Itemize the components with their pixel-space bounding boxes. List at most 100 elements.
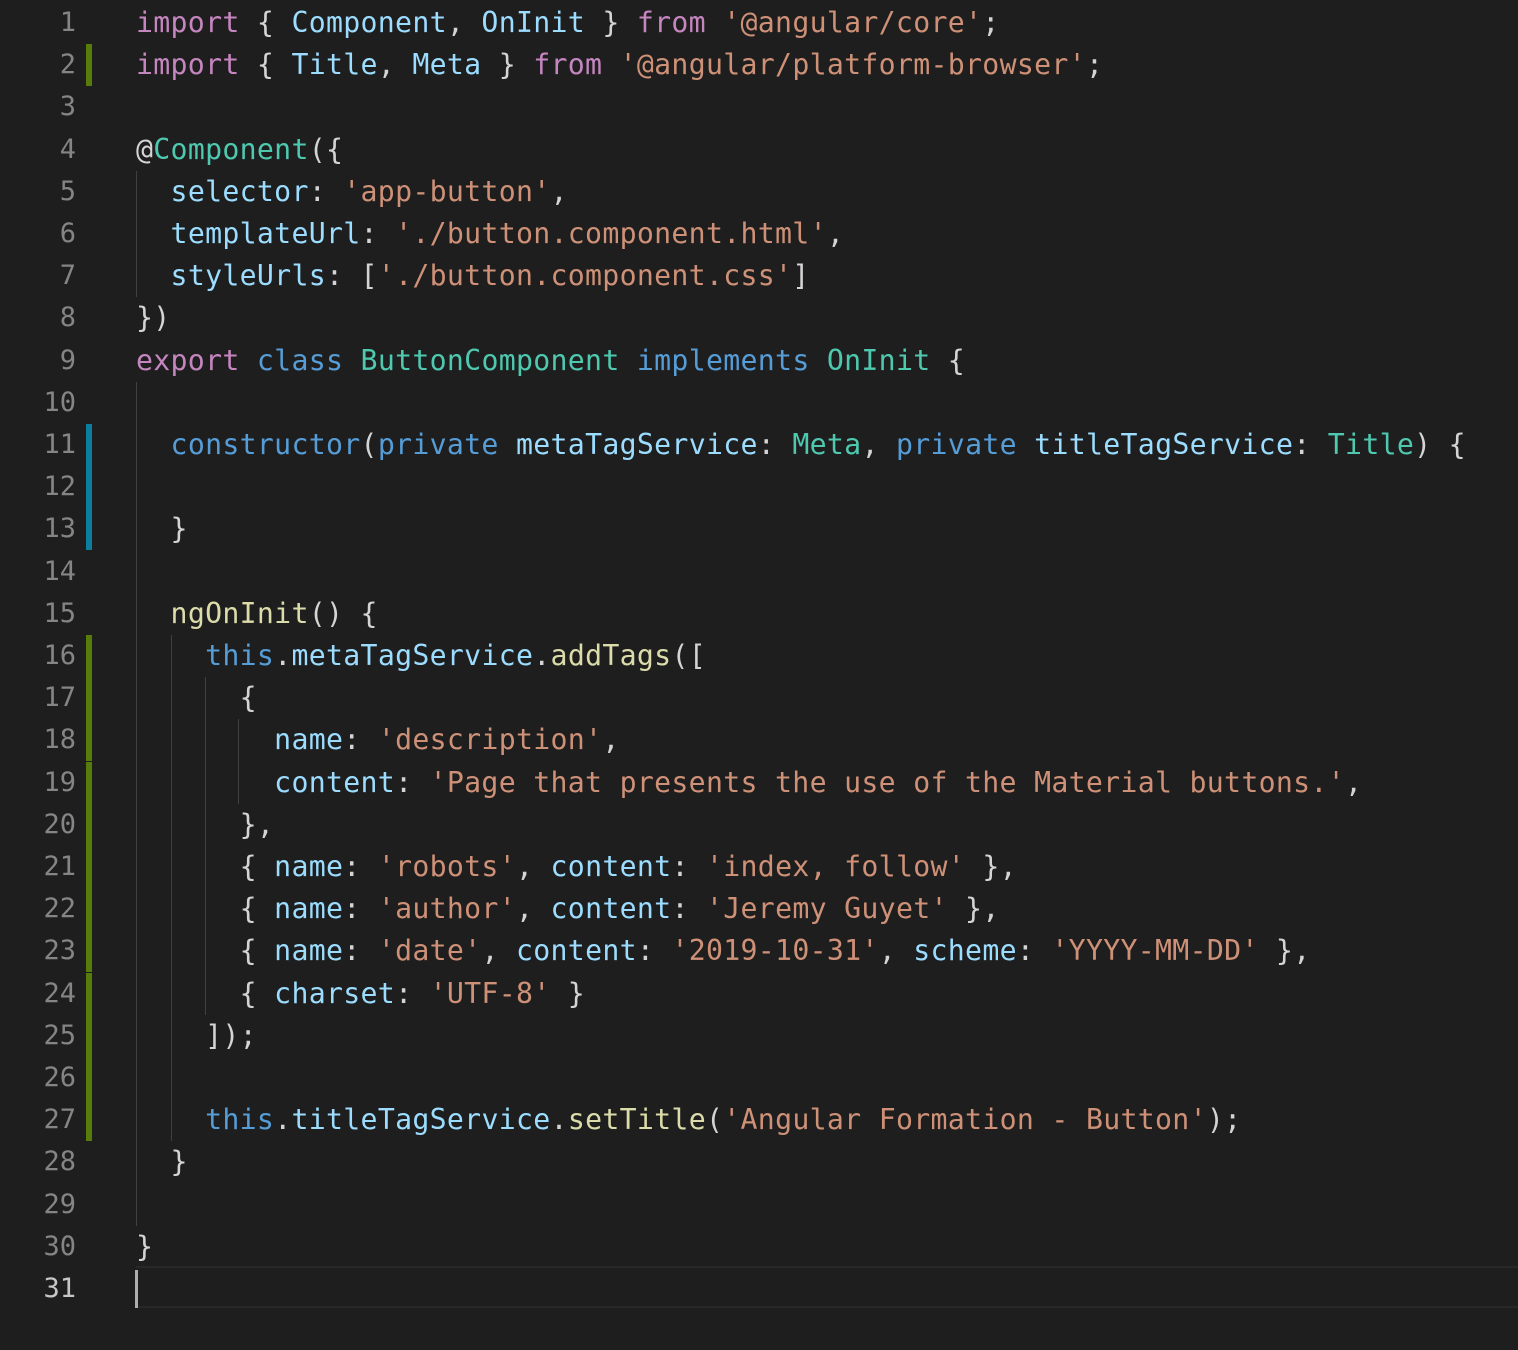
line-number[interactable]: 31: [0, 1268, 76, 1310]
line-number[interactable]: 22: [0, 888, 76, 930]
code-text[interactable]: ngOnInit() {: [136, 593, 378, 635]
code-line[interactable]: 18 name: 'description',: [0, 719, 1518, 762]
gutter-added-marker[interactable]: [86, 803, 92, 846]
code-text[interactable]: this.titleTagService.setTitle('Angular F…: [136, 1099, 1241, 1141]
line-number[interactable]: 9: [0, 340, 76, 382]
code-line[interactable]: 21 { name: 'robots', content: 'index, fo…: [0, 846, 1518, 888]
code-text[interactable]: import { Title, Meta } from '@angular/pl…: [136, 44, 1103, 86]
line-number[interactable]: 28: [0, 1141, 76, 1183]
code-line[interactable]: 13 }: [0, 508, 1518, 551]
code-line[interactable]: 19 content: 'Page that presents the use …: [0, 761, 1518, 804]
code-text[interactable]: content: 'Page that presents the use of …: [136, 762, 1362, 804]
gutter-added-marker[interactable]: [86, 761, 92, 804]
gutter-added-marker[interactable]: [86, 888, 92, 931]
line-number[interactable]: 1: [0, 2, 76, 44]
code-text[interactable]: constructor(private metaTagService: Meta…: [136, 424, 1466, 466]
line-number[interactable]: 10: [0, 382, 76, 424]
line-number[interactable]: 21: [0, 846, 76, 888]
code-text[interactable]: styleUrls: ['./button.component.css']: [136, 255, 810, 297]
code-line[interactable]: 24 { charset: 'UTF-8' }: [0, 972, 1518, 1015]
gutter-added-marker[interactable]: [86, 677, 92, 720]
code-text[interactable]: }: [136, 508, 188, 550]
line-number[interactable]: 18: [0, 719, 76, 761]
code-line[interactable]: 8}): [0, 297, 1518, 339]
code-line[interactable]: 1 import { Component, OnInit } from '@ang…: [0, 2, 1518, 44]
code-line[interactable]: 20 },: [0, 803, 1518, 846]
gutter-added-marker[interactable]: [86, 635, 92, 677]
line-number[interactable]: 25: [0, 1015, 76, 1057]
code-text[interactable]: {: [136, 677, 257, 719]
gutter-modified-marker[interactable]: [86, 424, 92, 466]
code-text[interactable]: export class ButtonComponent implements …: [136, 340, 965, 382]
line-number[interactable]: 8: [0, 297, 76, 339]
line-number[interactable]: 29: [0, 1184, 76, 1226]
code-line[interactable]: 4 @Component({: [0, 129, 1518, 171]
gutter-added-marker[interactable]: [86, 719, 92, 762]
gutter-added-marker[interactable]: [86, 44, 92, 87]
line-number[interactable]: 14: [0, 551, 76, 593]
code-text[interactable]: { name: 'date', content: '2019-10-31', s…: [136, 930, 1311, 972]
code-text[interactable]: this.metaTagService.addTags([: [136, 635, 706, 677]
code-line[interactable]: 26: [0, 1057, 1518, 1099]
code-line[interactable]: 11 constructor(private metaTagService: M…: [0, 424, 1518, 466]
code-line[interactable]: 28 }: [0, 1141, 1518, 1183]
code-text[interactable]: { name: 'author', content: 'Jeremy Guyet…: [136, 888, 1000, 930]
line-number[interactable]: 27: [0, 1099, 76, 1141]
line-number[interactable]: 16: [0, 635, 76, 677]
line-number[interactable]: 12: [0, 466, 76, 508]
line-number[interactable]: 5: [0, 171, 76, 213]
code-text[interactable]: { charset: 'UTF-8' }: [136, 973, 585, 1015]
code-line[interactable]: 16 this.metaTagService.addTags([: [0, 635, 1518, 677]
line-number[interactable]: 19: [0, 762, 76, 804]
line-number[interactable]: 24: [0, 973, 76, 1015]
line-number[interactable]: 7: [0, 255, 76, 297]
gutter-modified-marker[interactable]: [86, 466, 92, 509]
line-number[interactable]: 2: [0, 44, 76, 86]
gutter-modified-marker[interactable]: [86, 508, 92, 551]
line-number[interactable]: 15: [0, 593, 76, 635]
code-text[interactable]: templateUrl: './button.component.html',: [136, 213, 844, 255]
code-text[interactable]: ]);: [136, 1015, 257, 1057]
code-line[interactable]: 7 styleUrls: ['./button.component.css']: [0, 255, 1518, 297]
gutter-added-marker[interactable]: [86, 1014, 92, 1057]
code-text[interactable]: }): [136, 297, 171, 339]
code-line[interactable]: 25 ]);: [0, 1014, 1518, 1057]
code-line[interactable]: 17 {: [0, 677, 1518, 720]
line-number[interactable]: 4: [0, 129, 76, 171]
code-line[interactable]: 30}: [0, 1226, 1518, 1268]
code-line[interactable]: 6 templateUrl: './button.component.html'…: [0, 213, 1518, 255]
line-number[interactable]: 3: [0, 86, 76, 128]
gutter-added-marker[interactable]: [86, 1099, 92, 1142]
gutter-added-marker[interactable]: [86, 1057, 92, 1099]
line-number[interactable]: 20: [0, 804, 76, 846]
code-line[interactable]: 31: [0, 1268, 1518, 1310]
code-line[interactable]: 9 export class ButtonComponent implements…: [0, 340, 1518, 382]
line-number[interactable]: 17: [0, 677, 76, 719]
code-text[interactable]: name: 'description',: [136, 719, 620, 761]
code-text[interactable]: }: [136, 1141, 188, 1183]
code-text[interactable]: { name: 'robots', content: 'index, follo…: [136, 846, 1017, 888]
line-number[interactable]: 11: [0, 424, 76, 466]
code-line[interactable]: 27 this.titleTagService.setTitle('Angula…: [0, 1099, 1518, 1142]
code-editor[interactable]: 1 import { Component, OnInit } from '@ang…: [0, 0, 1518, 1350]
code-line[interactable]: 14: [0, 551, 1518, 593]
gutter-added-marker[interactable]: [86, 972, 92, 1015]
code-line[interactable]: 3: [0, 86, 1518, 128]
code-line[interactable]: 5 selector: 'app-button',: [0, 171, 1518, 213]
line-number[interactable]: 26: [0, 1057, 76, 1099]
line-number[interactable]: 30: [0, 1226, 76, 1268]
line-number[interactable]: 13: [0, 508, 76, 550]
code-line[interactable]: 10: [0, 382, 1518, 424]
code-text[interactable]: import { Component, OnInit } from '@angu…: [136, 2, 1000, 44]
code-text[interactable]: }: [136, 1226, 153, 1268]
line-number[interactable]: 23: [0, 930, 76, 972]
gutter-added-marker[interactable]: [86, 846, 92, 888]
line-number[interactable]: 6: [0, 213, 76, 255]
gutter-added-marker[interactable]: [86, 930, 92, 973]
code-line[interactable]: 29: [0, 1184, 1518, 1226]
code-text[interactable]: selector: 'app-button',: [136, 171, 568, 213]
code-line[interactable]: 23 { name: 'date', content: '2019-10-31'…: [0, 930, 1518, 973]
code-line[interactable]: 2 import { Title, Meta } from '@angular/p…: [0, 44, 1518, 87]
code-line[interactable]: 15 ngOnInit() {: [0, 593, 1518, 635]
code-text[interactable]: @Component({: [136, 129, 343, 171]
